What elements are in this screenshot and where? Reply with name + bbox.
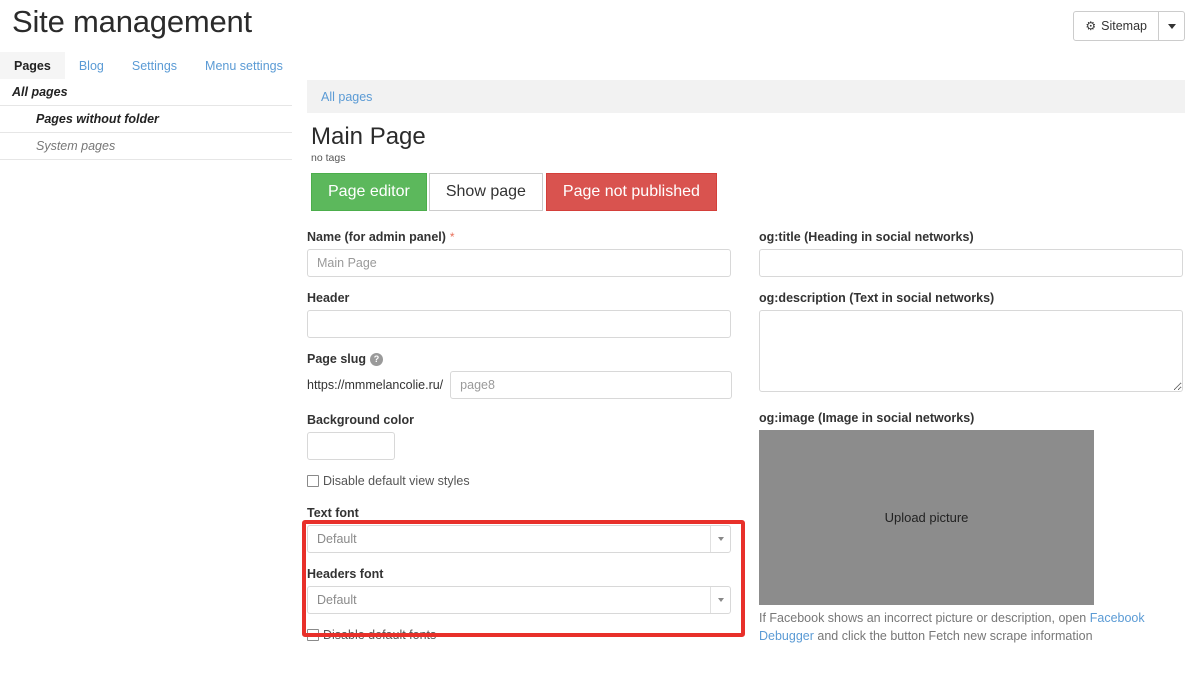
checkbox-icon bbox=[307, 629, 319, 641]
chevron-down-icon bbox=[710, 526, 730, 552]
show-page-button-label: Show page bbox=[445, 183, 526, 201]
tab-pages[interactable]: Pages bbox=[0, 52, 65, 79]
chevron-down-icon bbox=[1167, 23, 1176, 29]
sidebar-item-label: System pages bbox=[36, 139, 116, 153]
og-description-textarea[interactable] bbox=[759, 310, 1183, 392]
sidebar: All pages Pages without folder System pa… bbox=[0, 79, 292, 160]
field-og-title-label-text: og:title (Heading in social networks) bbox=[759, 230, 974, 244]
field-headers-font-label: Headers font bbox=[307, 567, 747, 581]
tab-settings[interactable]: Settings bbox=[118, 52, 191, 79]
sidebar-item-label: Pages without folder bbox=[36, 112, 159, 126]
field-text-font-label-text: Text font bbox=[307, 506, 359, 520]
field-text-font-label: Text font bbox=[307, 506, 747, 520]
checkbox-icon bbox=[307, 475, 319, 487]
field-og-image: og:image (Image in social networks) Uplo… bbox=[759, 411, 1187, 646]
checkbox-disable-default-fonts-row: Disable default fonts bbox=[307, 628, 747, 642]
text-font-select[interactable]: Default bbox=[307, 525, 731, 553]
sidebar-item-all-pages[interactable]: All pages bbox=[0, 79, 292, 106]
page-not-published-button[interactable]: Page not published bbox=[545, 173, 717, 212]
field-og-image-label-text: og:image (Image in social networks) bbox=[759, 411, 975, 425]
main-content: Main Page no tags Page editor Show page … bbox=[307, 113, 1187, 212]
slug-prefix: https://mmmelancolie.ru/ bbox=[307, 378, 444, 392]
tags-label: no tags bbox=[311, 152, 346, 165]
field-background-color-label-text: Background color bbox=[307, 413, 414, 427]
tab-menu-settings[interactable]: Menu settings bbox=[191, 52, 297, 79]
field-og-description: og:description (Text in social networks) bbox=[759, 291, 1187, 397]
document-title: Main Page bbox=[311, 123, 426, 150]
facebook-note-part2: and click the button Fetch new scrape in… bbox=[813, 628, 1093, 643]
field-name-label: Name (for admin panel) * bbox=[307, 230, 747, 244]
name-input[interactable] bbox=[307, 249, 731, 277]
page-action-buttons: Page editor Show page Page not published bbox=[311, 173, 1187, 212]
breadcrumb: All pages bbox=[307, 80, 1185, 113]
disable-default-fonts-label: Disable default fonts bbox=[323, 628, 437, 642]
tab-settings-label: Settings bbox=[131, 58, 178, 73]
headers-font-select[interactable]: Default bbox=[307, 586, 731, 614]
disable-default-fonts-checkbox[interactable]: Disable default fonts bbox=[307, 628, 747, 642]
field-background-color: Background color bbox=[307, 413, 747, 460]
sitemap-button-group: ⚙ Sitemap bbox=[1073, 11, 1185, 41]
field-og-description-label-text: og:description (Text in social networks) bbox=[759, 291, 995, 305]
sidebar-item-label: All pages bbox=[12, 85, 68, 99]
show-page-button[interactable]: Show page bbox=[428, 173, 543, 212]
sitemap-button[interactable]: ⚙ Sitemap bbox=[1073, 11, 1159, 41]
tab-pages-label: Pages bbox=[14, 58, 51, 73]
page-editor-button[interactable]: Page editor bbox=[311, 173, 427, 212]
gear-icon: ⚙ bbox=[1085, 19, 1097, 33]
field-page-slug-label-text: Page slug bbox=[307, 352, 367, 366]
field-page-slug-label: Page slug ? bbox=[307, 352, 747, 366]
required-marker: * bbox=[449, 230, 455, 244]
upload-picture-dropzone[interactable]: Upload picture bbox=[759, 430, 1094, 605]
form-columns: Name (for admin panel) * Header Page slu… bbox=[302, 230, 1187, 660]
facebook-debugger-note: If Facebook shows an incorrect picture o… bbox=[759, 610, 1185, 646]
disable-default-view-styles-label: Disable default view styles bbox=[323, 474, 470, 488]
form-column-left: Name (for admin panel) * Header Page slu… bbox=[302, 230, 747, 660]
question-mark-icon[interactable]: ? bbox=[370, 352, 384, 366]
background-color-picker[interactable] bbox=[307, 432, 395, 460]
field-page-slug: Page slug ? https://mmmelancolie.ru/ bbox=[307, 352, 747, 399]
field-header-label: Header bbox=[307, 291, 747, 305]
field-name: Name (for admin panel) * bbox=[307, 230, 747, 277]
field-og-title: og:title (Heading in social networks) bbox=[759, 230, 1187, 277]
form-column-right: og:title (Heading in social networks) og… bbox=[747, 230, 1187, 660]
slug-row: https://mmmelancolie.ru/ bbox=[307, 371, 747, 399]
sidebar-item-pages-without-folder[interactable]: Pages without folder bbox=[0, 106, 292, 133]
breadcrumb-item-all-pages[interactable]: All pages bbox=[321, 90, 372, 104]
field-background-color-label: Background color bbox=[307, 413, 747, 427]
page-editor-button-label: Page editor bbox=[328, 183, 410, 201]
checkbox-disable-view-styles-row: Disable default view styles bbox=[307, 474, 747, 488]
field-header: Header bbox=[307, 291, 747, 338]
sitemap-dropdown-button[interactable] bbox=[1159, 11, 1185, 41]
field-og-title-label: og:title (Heading in social networks) bbox=[759, 230, 1187, 244]
tab-blog-label: Blog bbox=[78, 58, 104, 73]
og-title-input[interactable] bbox=[759, 249, 1183, 277]
sidebar-item-system-pages[interactable]: System pages bbox=[0, 133, 292, 160]
app-header: Site management ⚙ Sitemap bbox=[0, 0, 1200, 52]
facebook-note-part1: If Facebook shows an incorrect picture o… bbox=[759, 611, 1090, 625]
field-name-label-text: Name (for admin panel) bbox=[307, 230, 446, 244]
field-text-font: Text font Default bbox=[307, 506, 747, 553]
headers-font-select-value: Default bbox=[317, 593, 357, 607]
sitemap-button-label: Sitemap bbox=[1101, 19, 1147, 33]
upload-picture-label: Upload picture bbox=[884, 510, 969, 525]
slug-input[interactable] bbox=[450, 371, 733, 399]
field-og-description-label: og:description (Text in social networks) bbox=[759, 291, 1187, 305]
page-not-published-button-label: Page not published bbox=[562, 183, 700, 201]
tab-menu-settings-label: Menu settings bbox=[205, 58, 283, 73]
main-tabs: Pages Blog Settings Menu settings bbox=[0, 52, 292, 79]
chevron-down-icon bbox=[710, 587, 730, 613]
header-input[interactable] bbox=[307, 310, 731, 338]
disable-default-view-styles-checkbox[interactable]: Disable default view styles bbox=[307, 474, 747, 488]
tab-blog[interactable]: Blog bbox=[65, 52, 118, 79]
field-headers-font: Headers font Default bbox=[307, 567, 747, 614]
field-headers-font-label-text: Headers font bbox=[307, 567, 384, 581]
text-font-select-value: Default bbox=[317, 532, 357, 546]
page-title: Site management bbox=[12, 4, 252, 39]
field-header-label-text: Header bbox=[307, 291, 350, 305]
field-og-image-label: og:image (Image in social networks) bbox=[759, 411, 1187, 425]
